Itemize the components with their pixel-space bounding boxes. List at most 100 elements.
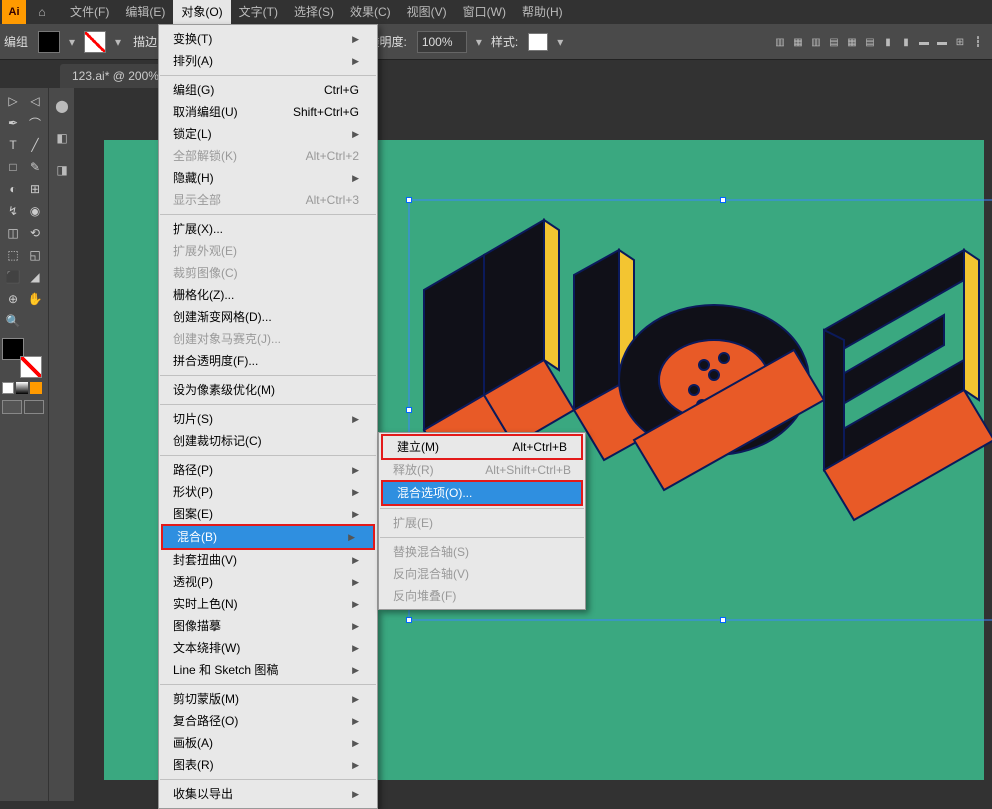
menu-item[interactable]: 复合路径(O)▶ — [159, 710, 377, 732]
menu-object[interactable]: 对象(O) — [173, 0, 230, 24]
tool-selection[interactable]: ▷ — [3, 91, 23, 111]
tool-eyedropper[interactable]: ⊕ — [3, 289, 23, 309]
distribute-v-icon[interactable]: ▬ — [916, 31, 932, 53]
menu-item[interactable]: 透视(P)▶ — [159, 571, 377, 593]
menu-item[interactable]: 形状(P)▶ — [159, 481, 377, 503]
menu-item[interactable]: 栅格化(Z)... — [159, 284, 377, 306]
menu-item[interactable]: 创建渐变网格(D)... — [159, 306, 377, 328]
align-top-icon[interactable]: ▤ — [826, 31, 842, 53]
stroke-dropdown-icon[interactable]: ▾ — [112, 35, 124, 49]
blend-submenu[interactable]: 建立(M)Alt+Ctrl+B释放(R)Alt+Shift+Ctrl+B混合选项… — [378, 432, 586, 610]
selection-handle[interactable] — [720, 617, 726, 623]
menu-item[interactable]: 文本绕排(W)▶ — [159, 637, 377, 659]
menu-item[interactable]: 图像描摹▶ — [159, 615, 377, 637]
menu-item[interactable]: 图表(R)▶ — [159, 754, 377, 776]
menu-item[interactable]: 设为像素级优化(M) — [159, 379, 377, 401]
menu-item[interactable]: 编组(G)Ctrl+G — [159, 79, 377, 101]
menu-item[interactable]: 剪切蒙版(M)▶ — [159, 688, 377, 710]
transform-panel-icon[interactable]: ⊞ — [952, 31, 968, 53]
stroke-color-swatch[interactable] — [20, 356, 42, 378]
menu-item[interactable]: 实时上色(N)▶ — [159, 593, 377, 615]
distribute-v2-icon[interactable]: ▬ — [934, 31, 950, 53]
menu-edit[interactable]: 编辑(E) — [117, 0, 173, 24]
fill-dropdown-icon[interactable]: ▾ — [66, 35, 78, 49]
tool-zoom[interactable]: 🔍 — [3, 311, 23, 331]
selection-handle[interactable] — [406, 197, 412, 203]
menu-effect[interactable]: 效果(C) — [342, 0, 399, 24]
menu-item[interactable]: 取消编组(U)Shift+Ctrl+G — [159, 101, 377, 123]
fill-stroke-swatches[interactable] — [2, 338, 42, 378]
menu-item[interactable]: 变换(T)▶ — [159, 28, 377, 50]
opacity-input[interactable] — [417, 31, 467, 53]
selection-handle[interactable] — [406, 407, 412, 413]
color-mode-gradient[interactable] — [16, 382, 28, 394]
tool-gradient[interactable]: ◢ — [25, 267, 45, 287]
home-icon[interactable]: ⌂ — [30, 5, 54, 19]
tool-rotate[interactable]: ↯ — [3, 201, 23, 221]
tool-rectangle[interactable]: □ — [3, 157, 23, 177]
menu-item[interactable]: 封套扭曲(V)▶ — [159, 549, 377, 571]
tool-scale[interactable]: ◉ — [25, 201, 45, 221]
menu-help[interactable]: 帮助(H) — [514, 0, 571, 24]
color-mode-none[interactable] — [30, 382, 42, 394]
menu-item[interactable]: 图案(E)▶ — [159, 503, 377, 525]
tool-mesh[interactable]: ⬛ — [3, 267, 23, 287]
screen-mode-normal[interactable] — [2, 400, 22, 414]
menu-item[interactable]: 混合(B)▶ — [163, 526, 373, 548]
color-mode-solid[interactable] — [2, 382, 14, 394]
tool-line[interactable]: ╱ — [25, 135, 45, 155]
align-right-icon[interactable]: ▥ — [808, 31, 824, 53]
tool-shape-builder[interactable]: ⬚ — [3, 245, 23, 265]
menu-item[interactable]: 路径(P)▶ — [159, 459, 377, 481]
tool-eraser[interactable]: ⊞ — [25, 179, 45, 199]
layers-panel-icon[interactable]: ◧ — [49, 124, 75, 152]
control-bar: 编组 ▾ ▾ 描边: 基本 ▾ 不透明度: ▾ 样式: ▾ ▥ ▦ ▥ ▤ ▦ … — [0, 24, 992, 60]
menu-item[interactable]: 拼合透明度(F)... — [159, 350, 377, 372]
menu-file[interactable]: 文件(F) — [62, 0, 117, 24]
fill-swatch[interactable] — [38, 31, 60, 53]
tool-perspective[interactable]: ◱ — [25, 245, 45, 265]
opacity-dropdown-icon[interactable]: ▾ — [473, 35, 485, 49]
menu-item[interactable]: 切片(S)▶ — [159, 408, 377, 430]
selection-handle[interactable] — [406, 617, 412, 623]
style-swatch[interactable] — [528, 33, 548, 51]
menu-item[interactable]: 收集以导出▶ — [159, 783, 377, 805]
menu-item[interactable]: 隐藏(H)▶ — [159, 167, 377, 189]
menu-item[interactable]: 创建裁切标记(C) — [159, 430, 377, 452]
stroke-swatch[interactable] — [84, 31, 106, 53]
align-hcenter-icon[interactable]: ▦ — [790, 31, 806, 53]
tool-type[interactable]: T — [3, 135, 23, 155]
align-vcenter-icon[interactable]: ▦ — [844, 31, 860, 53]
menu-text[interactable]: 文字(T) — [231, 0, 286, 24]
tool-brush[interactable]: ✎ — [25, 157, 45, 177]
menu-item[interactable]: 锁定(L)▶ — [159, 123, 377, 145]
tool-direct-select[interactable]: ◁ — [25, 91, 45, 111]
menu-item[interactable]: 扩展(X)... — [159, 218, 377, 240]
document-tab-bar: 123.ai* @ 200% (C... — [0, 60, 992, 88]
tool-pen[interactable]: ✒ — [3, 113, 23, 133]
more-icon[interactable]: ┇ — [970, 31, 986, 53]
distribute-h2-icon[interactable]: ▮ — [898, 31, 914, 53]
menu-view[interactable]: 视图(V) — [399, 0, 455, 24]
submenu-item[interactable]: 建立(M)Alt+Ctrl+B — [383, 436, 581, 458]
selection-handle[interactable] — [720, 197, 726, 203]
tool-width[interactable]: ◫ — [3, 223, 23, 243]
align-bottom-icon[interactable]: ▤ — [862, 31, 878, 53]
submenu-item[interactable]: 混合选项(O)... — [383, 482, 581, 504]
tool-shaper[interactable]: ◐ — [3, 179, 23, 199]
object-menu-dropdown[interactable]: 变换(T)▶排列(A)▶ 编组(G)Ctrl+G取消编组(U)Shift+Ctrl… — [158, 24, 378, 809]
menu-item[interactable]: 排列(A)▶ — [159, 50, 377, 72]
menu-item[interactable]: Line 和 Sketch 图稿▶ — [159, 659, 377, 681]
menu-select[interactable]: 选择(S) — [286, 0, 342, 24]
menu-window[interactable]: 窗口(W) — [455, 0, 514, 24]
artboards-panel-icon[interactable]: ◨ — [49, 156, 75, 184]
tool-curvature[interactable]: ⌒ — [25, 113, 45, 133]
align-left-icon[interactable]: ▥ — [772, 31, 788, 53]
screen-mode-full[interactable] — [24, 400, 44, 414]
tool-free-transform[interactable]: ⟲ — [25, 223, 45, 243]
tool-hand[interactable]: ✋ — [25, 289, 45, 309]
appearance-panel-icon[interactable]: ⬤ — [49, 92, 75, 120]
style-dropdown-icon[interactable]: ▾ — [554, 35, 566, 49]
menu-item[interactable]: 画板(A)▶ — [159, 732, 377, 754]
distribute-h-icon[interactable]: ▮ — [880, 31, 896, 53]
